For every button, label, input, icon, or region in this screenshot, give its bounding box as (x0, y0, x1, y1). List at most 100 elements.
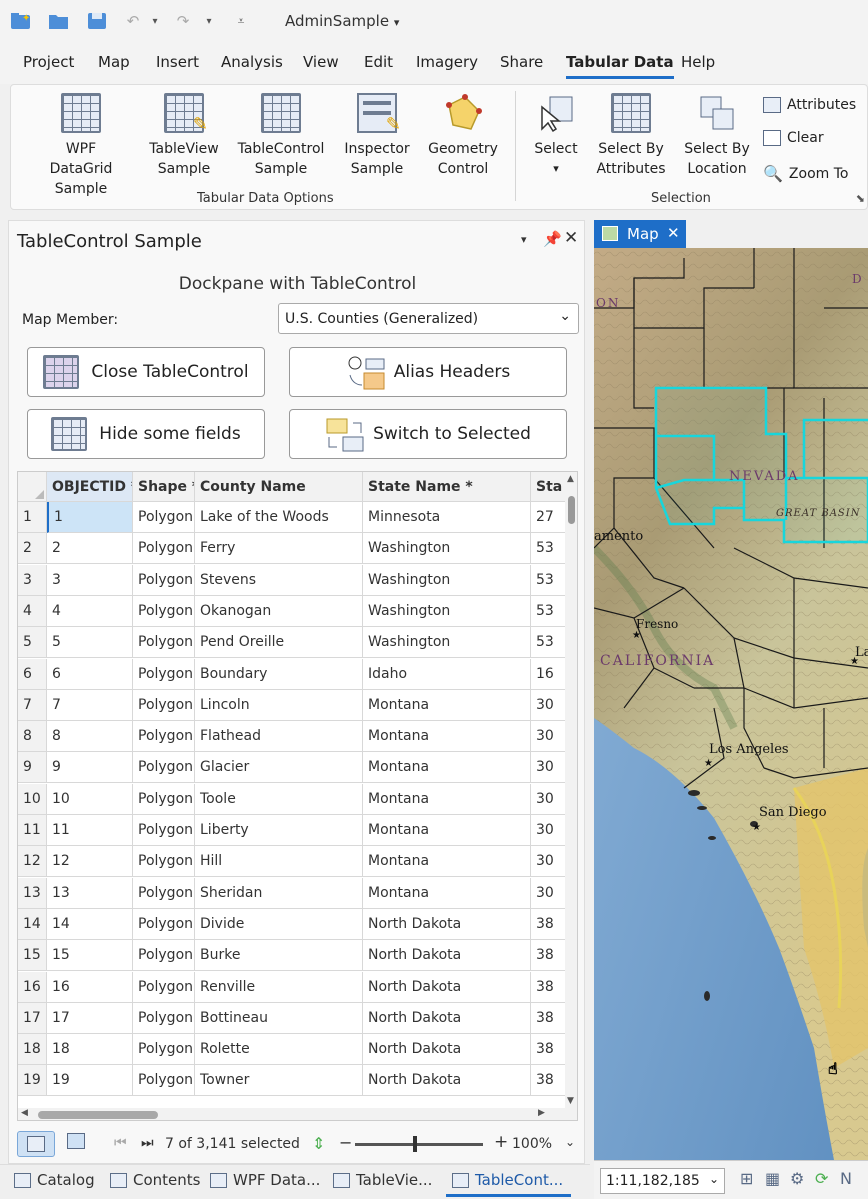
tab-map[interactable]: Map (98, 53, 130, 71)
cell-state-name[interactable]: North Dakota (363, 971, 531, 1003)
close-map-icon[interactable]: ✕ (667, 224, 680, 242)
attributes-button[interactable]: Attributes (763, 97, 856, 113)
cell-objectid[interactable]: 6 (47, 658, 133, 690)
zoom-dropdown-icon[interactable]: ⌄ (565, 1135, 575, 1149)
tab-analysis[interactable]: Analysis (221, 53, 283, 71)
cell-objectid[interactable]: 18 (47, 1034, 133, 1066)
row-number[interactable]: 12 (18, 846, 47, 878)
cell-shape[interactable]: Polygon (133, 752, 195, 784)
cell-county-name[interactable]: Bottineau (195, 1002, 363, 1034)
cell-shape[interactable]: Polygon (133, 815, 195, 846)
cell-shape[interactable]: Polygon (133, 1065, 195, 1097)
horizontal-scrollbar[interactable]: ◀ ▶ (18, 1108, 577, 1120)
table-row[interactable]: 1 1 Polygon Lake of the Woods Minnesota 27 (18, 502, 577, 533)
row-number[interactable]: 13 (18, 877, 47, 909)
table-row[interactable]: 4 4 Polygon Okanogan Washington 53 (18, 595, 577, 627)
table-row[interactable]: 6 6 Polygon Boundary Idaho 16 (18, 658, 577, 690)
col-header-shape[interactable]: Shape * (133, 472, 195, 502)
switch-to-selected-button[interactable]: Switch to Selected (289, 409, 567, 459)
hide-some-fields-button[interactable]: Hide some fields (27, 409, 265, 459)
cell-objectid[interactable]: 11 (47, 815, 133, 846)
cell-county-name[interactable]: Pend Oreille (195, 627, 363, 659)
cell-county-name[interactable]: Divide (195, 908, 363, 940)
row-number[interactable]: 5 (18, 627, 47, 659)
table-row[interactable]: 13 13 Polygon Sheridan Montana 30 (18, 877, 577, 909)
tab-edit[interactable]: Edit (364, 53, 393, 71)
zoom-in-icon[interactable]: + (494, 1132, 508, 1152)
row-number[interactable]: 10 (18, 783, 47, 815)
row-number[interactable]: 7 (18, 689, 47, 721)
cell-shape[interactable]: Polygon (133, 689, 195, 721)
cell-state-name[interactable]: Montana (363, 689, 531, 721)
cell-objectid[interactable]: 3 (47, 564, 133, 596)
cell-shape[interactable]: Polygon (133, 1002, 195, 1034)
tab-share[interactable]: Share (500, 53, 543, 71)
open-folder-icon[interactable] (46, 8, 72, 34)
grid-icon[interactable]: ▦ (765, 1169, 780, 1188)
table-row[interactable]: 14 14 Polygon Divide North Dakota 38 (18, 908, 577, 940)
cell-objectid[interactable]: 10 (47, 783, 133, 815)
cell-shape[interactable]: Polygon (133, 658, 195, 690)
show-all-records-button[interactable] (17, 1131, 55, 1157)
scroll-up-icon[interactable]: ▲ (567, 474, 574, 484)
cell-county-name[interactable]: Hill (195, 846, 363, 878)
cell-county-name[interactable]: Liberty (195, 815, 363, 846)
cell-county-name[interactable]: Flathead (195, 721, 363, 753)
attribute-table[interactable]: OBJECTID * Shape * County Name State Nam… (17, 471, 578, 1121)
table-row[interactable]: 15 15 Polygon Burke North Dakota 38 (18, 940, 577, 972)
vertical-scroll-thumb[interactable] (568, 496, 575, 524)
cell-shape[interactable]: Polygon (133, 908, 195, 940)
cell-county-name[interactable]: Toole (195, 783, 363, 815)
scroll-down-icon[interactable]: ▼ (567, 1096, 574, 1106)
table-row[interactable]: 18 18 Polygon Rolette North Dakota 38 (18, 1034, 577, 1066)
row-number[interactable]: 18 (18, 1034, 47, 1066)
tab-help[interactable]: Help (681, 53, 715, 71)
cell-county-name[interactable]: Lake of the Woods (195, 502, 363, 533)
tab-contents[interactable]: Contents (110, 1171, 200, 1189)
cell-objectid[interactable]: 13 (47, 877, 133, 909)
tab-project[interactable]: Project (23, 53, 74, 71)
table-row[interactable]: 9 9 Polygon Glacier Montana 30 (18, 752, 577, 784)
zoom-slider[interactable] (355, 1136, 483, 1152)
refresh-icon[interactable]: ⟳ (815, 1169, 828, 1188)
cell-objectid[interactable]: 19 (47, 1065, 133, 1097)
row-number[interactable]: 11 (18, 815, 47, 846)
row-number[interactable]: 14 (18, 908, 47, 940)
table-row[interactable]: 16 16 Polygon Renville North Dakota 38 (18, 971, 577, 1003)
cell-state-name[interactable]: Montana (363, 752, 531, 784)
cell-county-name[interactable]: Sheridan (195, 877, 363, 909)
cell-shape[interactable]: Polygon (133, 627, 195, 659)
tab-catalog[interactable]: Catalog (14, 1171, 95, 1189)
cell-objectid[interactable]: 14 (47, 908, 133, 940)
cell-state-name[interactable]: Montana (363, 815, 531, 846)
geometry-control-button[interactable]: Geometry Control (425, 93, 501, 179)
clear-button[interactable]: Clear (763, 130, 824, 146)
zoom-out-icon[interactable]: − (339, 1133, 352, 1152)
cell-state-name[interactable]: Washington (363, 595, 531, 627)
tablecontrol-sample-button[interactable]: TableControl Sample (235, 93, 327, 179)
table-row[interactable]: 17 17 Polygon Bottineau North Dakota 38 (18, 1002, 577, 1034)
wpf-datagrid-sample-button[interactable]: WPF DataGrid Sample (33, 93, 129, 199)
inspector-sample-button[interactable]: ✎ Inspector Sample (339, 93, 415, 179)
table-row[interactable]: 7 7 Polygon Lincoln Montana 30 (18, 689, 577, 721)
map-view[interactable]: ★ ★ ★ ★ NEVADA GREAT BASIN CALIFORNIA Fresn… (594, 248, 868, 1160)
row-number[interactable]: 3 (18, 564, 47, 596)
table-row[interactable]: 8 8 Polygon Flathead Montana 30 (18, 721, 577, 753)
cell-objectid[interactable]: 7 (47, 689, 133, 721)
cell-shape[interactable]: Polygon (133, 721, 195, 753)
cell-county-name[interactable]: Ferry (195, 533, 363, 565)
select-all-corner[interactable] (18, 472, 47, 502)
cell-state-name[interactable]: North Dakota (363, 940, 531, 972)
cell-county-name[interactable]: Towner (195, 1065, 363, 1097)
new-project-icon[interactable]: ✦ (8, 8, 34, 34)
pin-icon[interactable]: 📌 (543, 230, 562, 248)
tab-wpf-data[interactable]: WPF Data... (210, 1171, 320, 1189)
cell-state-name[interactable]: Montana (363, 783, 531, 815)
cell-objectid[interactable]: 8 (47, 721, 133, 753)
horizontal-scroll-thumb[interactable] (38, 1111, 158, 1119)
map-member-select[interactable]: U.S. Counties (Generalized) ⌄ (278, 303, 579, 334)
show-selected-records-button[interactable] (67, 1133, 85, 1153)
zoom-level[interactable]: 100% (512, 1136, 552, 1152)
cell-objectid[interactable]: 4 (47, 595, 133, 627)
cell-county-name[interactable]: Lincoln (195, 689, 363, 721)
